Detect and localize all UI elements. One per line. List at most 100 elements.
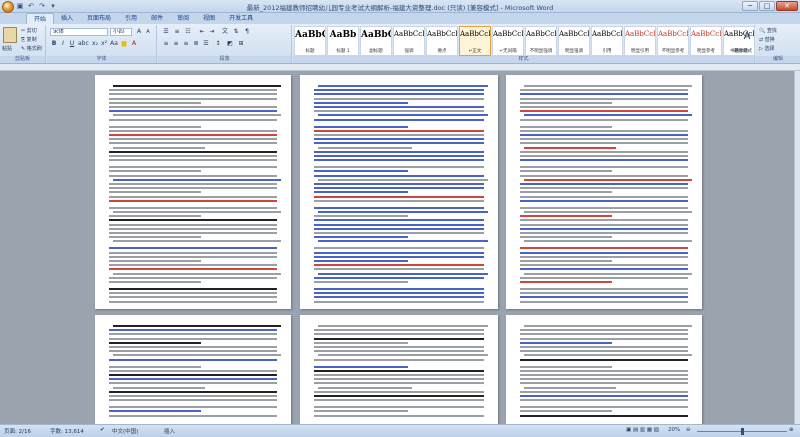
zoom-in-icon[interactable]: ⊕ — [789, 427, 794, 433]
increase-indent-icon[interactable]: ⇥ — [208, 28, 216, 36]
word-count[interactable]: 字数: 13,614 — [50, 427, 84, 435]
italic-button[interactable]: I — [59, 40, 67, 48]
style-card[interactable]: AaBbCcD 要点 — [426, 26, 458, 56]
undo-icon[interactable]: ↶ — [26, 1, 36, 11]
multilevel-list-icon[interactable]: ☷ — [184, 28, 192, 36]
font-size-select[interactable]: 小四 — [110, 28, 132, 36]
chinese-layout-icon[interactable]: 文 — [221, 28, 229, 36]
insert-mode[interactable]: 插入 — [164, 427, 175, 435]
underline-button[interactable]: U — [68, 40, 76, 48]
borders-icon[interactable]: ⊞ — [237, 40, 245, 48]
subscript-icon[interactable]: x₂ — [91, 40, 99, 48]
document-page[interactable] — [300, 75, 498, 309]
style-card[interactable]: AaBbC 标题 — [294, 26, 326, 56]
save-icon[interactable]: ▣ — [15, 1, 25, 11]
tab-insert[interactable]: 插入 — [54, 13, 80, 24]
language-indicator[interactable]: 中文(中国) — [112, 427, 138, 435]
page-count[interactable]: 页面: 2/16 — [4, 427, 31, 435]
cut-button[interactable]: ✂ 剪切 — [21, 27, 37, 34]
format-painter-button[interactable]: ✎ 格式刷 — [21, 45, 42, 52]
style-card[interactable]: AaBbCcD ↵无间隔 — [492, 26, 524, 56]
document-page[interactable] — [95, 75, 291, 309]
strikethrough-icon[interactable]: abc — [78, 40, 89, 48]
minimize-button[interactable]: ─ — [742, 1, 758, 11]
style-card[interactable]: AaBbCcD 明显参考 — [690, 26, 722, 56]
paste-icon[interactable] — [3, 27, 17, 43]
shrink-font-icon[interactable]: A — [144, 28, 152, 36]
shading-icon[interactable]: ◩ — [226, 40, 234, 48]
text-line — [109, 166, 277, 169]
zoom-out-icon[interactable]: ⊖ — [686, 427, 691, 433]
style-name: 要点 — [437, 49, 447, 54]
tab-view[interactable]: 视图 — [196, 13, 222, 24]
replace-button[interactable]: ⇄ 替换 — [759, 36, 775, 43]
paste-button[interactable]: 粘贴 — [2, 45, 12, 52]
text-line — [314, 251, 484, 254]
text-line — [314, 134, 484, 136]
customize-icon[interactable]: ▾ — [48, 1, 58, 11]
bullets-icon[interactable]: ☰ — [162, 28, 170, 36]
horizontal-ruler[interactable] — [0, 64, 800, 71]
tab-mailings[interactable]: 邮件 — [144, 13, 170, 24]
spelling-icon[interactable]: ✔ — [100, 427, 105, 433]
style-card[interactable]: AaBbCcD 不明显参考 — [657, 26, 689, 56]
decrease-indent-icon[interactable]: ⇤ — [198, 28, 206, 36]
numbering-icon[interactable]: ≡ — [173, 28, 181, 36]
style-card[interactable]: AaBbCcD 明显引用 — [624, 26, 656, 56]
show-marks-icon[interactable]: ¶ — [243, 28, 251, 36]
tab-developer[interactable]: 开发工具 — [222, 13, 260, 24]
style-card[interactable]: AaBbCcD ↵正文 — [459, 26, 491, 56]
find-button[interactable]: 🔍 查找 — [759, 27, 777, 34]
align-left-icon[interactable]: ≡ — [162, 40, 170, 48]
align-right-icon[interactable]: ≡ — [182, 40, 190, 48]
maximize-button[interactable]: □ — [759, 1, 775, 11]
text-line — [314, 155, 484, 157]
document-page[interactable] — [506, 315, 702, 425]
redo-icon[interactable]: ↷ — [37, 1, 47, 11]
style-card[interactable]: AaBbCcD 明显强调 — [558, 26, 590, 56]
style-card[interactable]: AaBbCcD 不明显强调 — [525, 26, 557, 56]
style-card[interactable]: AaBbCcD 引用 — [591, 26, 623, 56]
tab-home[interactable]: 开始 — [26, 13, 55, 24]
document-page[interactable] — [506, 75, 702, 309]
editing-group: 🔍 查找 ⇄ 替换 ▷ 选择 编辑 — [756, 25, 800, 63]
change-case-icon[interactable]: Aa — [110, 40, 118, 48]
change-styles-icon[interactable]: A — [740, 30, 754, 44]
bold-button[interactable]: B — [50, 40, 58, 48]
change-styles-button[interactable]: 更改样式 — [734, 48, 752, 54]
copy-button[interactable]: ⎘ 复制 — [21, 36, 37, 43]
line-spacing-icon[interactable]: ↕ — [214, 40, 222, 48]
style-card[interactable]: AaBbC 副标题 — [360, 26, 392, 56]
close-button[interactable]: ✕ — [776, 1, 798, 11]
find-label: 查找 — [766, 28, 777, 34]
align-center-icon[interactable]: ≡ — [172, 40, 180, 48]
style-name: 明显强调 — [565, 49, 583, 54]
text-line — [113, 386, 206, 389]
text-line — [520, 406, 688, 409]
distributed-icon[interactable]: ☰ — [202, 40, 210, 48]
font-name-select[interactable]: 宋体 — [50, 28, 108, 36]
style-card[interactable]: AaBb 标题 1 — [327, 26, 359, 56]
grow-font-icon[interactable]: A — [135, 28, 143, 36]
text-line — [314, 93, 484, 96]
view-buttons[interactable]: ▣ ▤ ▥ ▦ ▧ — [626, 427, 659, 433]
tab-page-layout[interactable]: 页面布局 — [80, 13, 118, 24]
justify-icon[interactable]: ≣ — [192, 40, 200, 48]
paragraph-group-label: 段落 — [158, 56, 291, 63]
superscript-icon[interactable]: x² — [100, 40, 108, 48]
document-page[interactable] — [95, 315, 291, 425]
office-button[interactable] — [2, 1, 14, 13]
tab-review[interactable]: 审阅 — [170, 13, 196, 24]
font-color-icon[interactable]: A — [130, 40, 138, 48]
sort-icon[interactable]: ⇅ — [232, 28, 240, 36]
text-line — [524, 354, 692, 357]
style-card[interactable]: AaBbCcD 强调 — [393, 26, 425, 56]
zoom-slider-knob[interactable] — [741, 428, 744, 435]
highlight-icon[interactable]: ▆ — [120, 40, 128, 48]
tab-references[interactable]: 引用 — [118, 13, 144, 24]
select-button[interactable]: ▷ 选择 — [759, 45, 774, 52]
vertical-scrollbar[interactable] — [794, 71, 800, 424]
document-page[interactable] — [300, 315, 498, 425]
zoom-level[interactable]: 20% — [668, 427, 680, 433]
text-line — [113, 178, 281, 181]
